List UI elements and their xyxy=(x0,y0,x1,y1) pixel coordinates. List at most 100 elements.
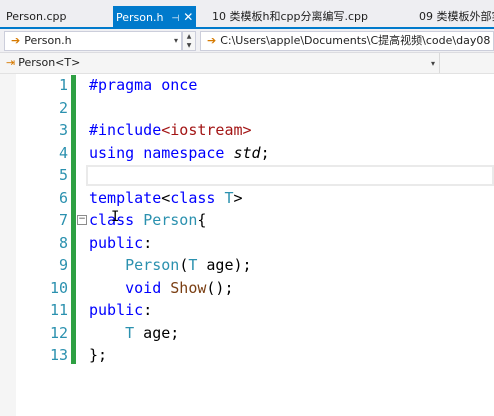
code-token: T xyxy=(224,188,234,207)
navigation-bar: ➔ Person.h ▾ ▲ ▼ ➔ C:\Users\apple\Documents… xyxy=(0,29,494,53)
tab-person-h[interactable]: Person.h ⊣ ✕ xyxy=(113,6,197,28)
line-number: 1 xyxy=(58,76,68,94)
arrow-right-icon: ➔ xyxy=(11,34,21,47)
arrow-right-icon: ➔ xyxy=(207,34,217,47)
path-combo[interactable]: ➔ C:\Users\apple\Documents\C提高视频\code\day… xyxy=(200,31,494,51)
close-icon[interactable]: ✕ xyxy=(183,6,193,28)
line-number: 10 xyxy=(49,278,68,297)
scope-combo[interactable]: ⇥ Person<T> ▾ xyxy=(0,53,440,73)
tab-label: 09 类模板外部实 xyxy=(419,10,494,23)
code-line[interactable]: 2 xyxy=(0,97,494,120)
chevron-down-icon[interactable]: ▾ xyxy=(174,32,178,50)
line-number: 7 xyxy=(58,211,68,229)
tab-10-cpp[interactable]: 10 类模板h和cpp分离编写.cpp xyxy=(212,6,368,28)
code-token: }; xyxy=(89,346,108,364)
code-token: ( xyxy=(179,256,189,274)
line-number: 12 xyxy=(49,323,68,342)
class-scope-icon: ⇥ xyxy=(6,56,16,69)
code-token: age); xyxy=(197,256,252,274)
code-line[interactable]: 4 using namespace std; xyxy=(0,142,494,165)
code-token: Show xyxy=(170,278,207,297)
tab-09[interactable]: 09 类模板外部实 xyxy=(419,6,494,28)
code-token: once xyxy=(161,76,198,94)
document-tab-strip: Person.cpp Person.h ⊣ ✕ 10 类模板h和cpp分离编写.cp… xyxy=(0,0,494,28)
code-editor[interactable]: 1 #pragma once 2 3 #include<iostream> 4 using … xyxy=(0,74,494,416)
code-line[interactable]: 5 xyxy=(0,164,494,187)
ibeam-cursor-icon: I xyxy=(111,209,120,225)
code-text[interactable]: }; xyxy=(89,344,107,367)
code-line[interactable]: 7− class Person{ xyxy=(0,209,494,232)
code-text[interactable]: public: xyxy=(89,299,152,322)
file-combo-value: Person.h xyxy=(24,34,72,47)
code-token: void xyxy=(125,278,162,297)
line-number: 5 xyxy=(58,166,68,184)
code-line[interactable]: 12 T age; xyxy=(0,322,494,345)
code-text[interactable]: T age; xyxy=(89,322,179,345)
tab-label: Person.cpp xyxy=(6,10,67,23)
path-combo-value: C:\Users\apple\Documents\C提高视频\code\day0… xyxy=(220,34,491,47)
code-text[interactable]: class Person{ xyxy=(89,209,206,232)
line-number: 4 xyxy=(58,143,68,162)
code-text[interactable]: using namespace std; xyxy=(89,142,270,165)
tab-person-cpp[interactable]: Person.cpp xyxy=(6,6,66,28)
chevron-down-icon[interactable]: ▾ xyxy=(431,54,435,73)
tab-label: 10 类模板h和cpp分离编写.cpp xyxy=(212,10,368,23)
code-token: (); xyxy=(206,278,234,297)
code-line[interactable]: 13}; xyxy=(0,344,494,367)
code-line[interactable]: 11 public: xyxy=(0,299,494,322)
scope-bar: ⇥ Person<T> ▾ xyxy=(0,53,494,74)
tab-label: Person.h xyxy=(116,11,164,24)
line-number: 11 xyxy=(49,301,68,319)
code-token: using xyxy=(89,143,135,162)
line-number: 9 xyxy=(58,256,68,274)
line-number: 3 xyxy=(58,121,68,139)
code-text[interactable]: #include<iostream> xyxy=(89,119,252,142)
code-token: public xyxy=(89,233,144,252)
collapse-icon[interactable]: − xyxy=(77,215,87,225)
code-text[interactable]: #pragma once xyxy=(89,74,197,97)
code-token: #pragma xyxy=(89,76,153,94)
code-token: ; xyxy=(260,143,270,162)
code-line[interactable]: 10 void Show(); xyxy=(0,277,494,300)
code-line[interactable]: 3 #include<iostream> xyxy=(0,119,494,142)
code-token: age; xyxy=(134,323,180,342)
scope-label: Person<T> xyxy=(18,56,81,69)
code-line[interactable]: 8 public: xyxy=(0,232,494,255)
code-text[interactable]: Person(T age); xyxy=(89,254,252,277)
code-token: #include xyxy=(89,121,162,139)
code-token: { xyxy=(197,211,207,229)
code-token: : xyxy=(143,233,153,252)
code-text[interactable]: template<class T> xyxy=(89,187,243,210)
spinner-icon[interactable]: ▲ ▼ xyxy=(182,31,196,51)
code-text[interactable]: void Show(); xyxy=(89,277,234,300)
line-number: 2 xyxy=(58,98,68,117)
code-line[interactable]: 9 Person(T age); xyxy=(0,254,494,277)
code-token: public xyxy=(89,301,144,319)
code-token: Person xyxy=(125,256,180,274)
file-combo[interactable]: ➔ Person.h ▾ xyxy=(4,31,182,51)
code-text[interactable]: public: xyxy=(89,232,152,255)
code-token: T xyxy=(125,323,135,342)
code-token: > xyxy=(233,188,243,207)
code-token: : xyxy=(143,301,153,319)
code-token: < xyxy=(161,188,171,207)
code-token: template xyxy=(89,188,162,207)
code-line[interactable]: 1 #pragma once xyxy=(0,74,494,97)
line-number: 6 xyxy=(58,188,68,207)
code-token: class xyxy=(170,188,216,207)
code-token: std xyxy=(233,143,261,162)
code-token: namespace xyxy=(143,143,225,162)
code-line[interactable]: 6 template<class T> xyxy=(0,187,494,210)
code-token: <iostream> xyxy=(161,121,252,139)
code-token: Person xyxy=(143,211,198,229)
line-number: 8 xyxy=(58,233,68,252)
line-number: 13 xyxy=(49,346,68,364)
